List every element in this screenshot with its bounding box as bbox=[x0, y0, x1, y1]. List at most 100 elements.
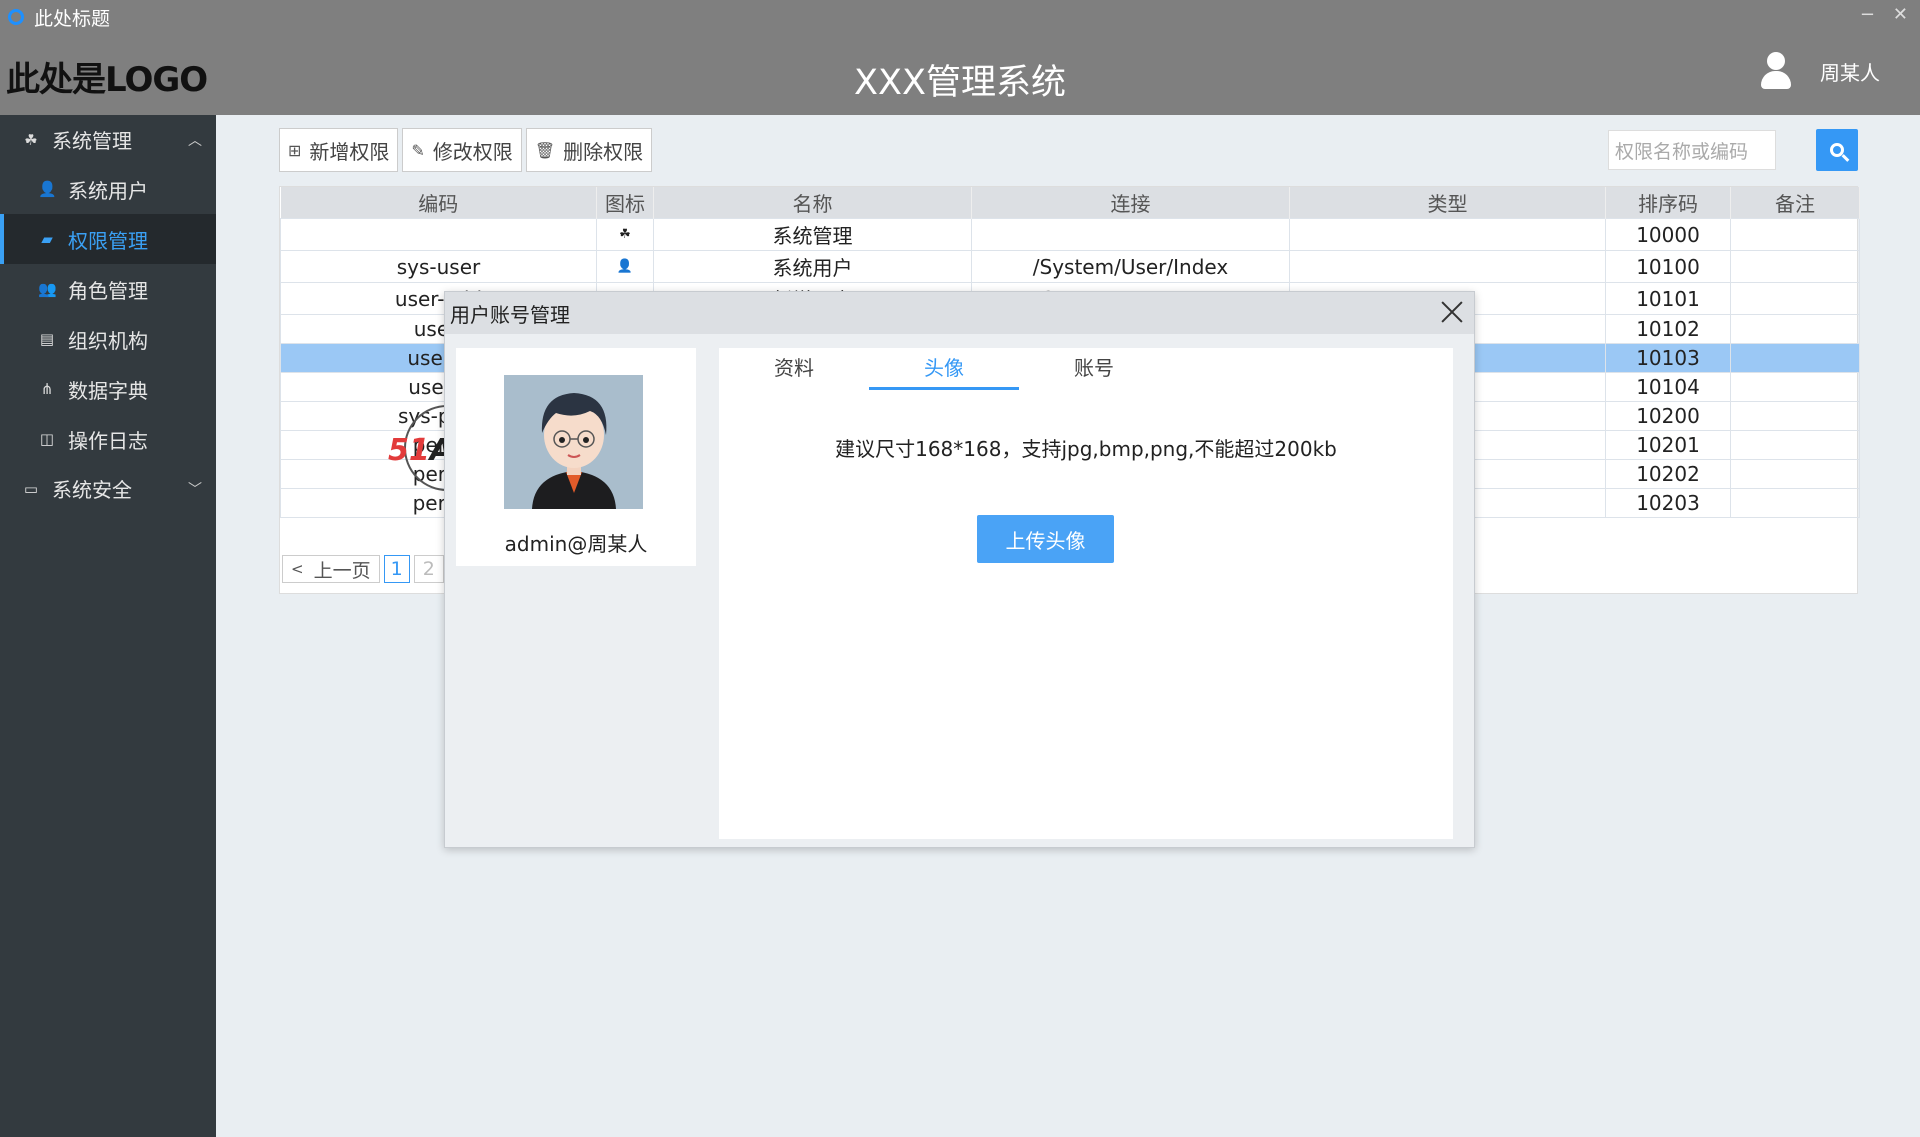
user-avatar-icon[interactable] bbox=[1760, 52, 1792, 90]
table-cell: 10203 bbox=[1605, 488, 1731, 518]
table-cell: 10103 bbox=[1605, 343, 1731, 373]
chevron-left-icon: < bbox=[291, 560, 304, 578]
profile-name: admin@周某人 bbox=[504, 532, 648, 556]
column-header[interactable]: 备注 bbox=[1730, 187, 1860, 219]
trash-icon: 🗑 bbox=[534, 140, 556, 160]
search-icon bbox=[1830, 143, 1844, 157]
table-cell: /System/User/Index bbox=[971, 250, 1290, 283]
table-cell bbox=[1730, 488, 1860, 518]
sidebar-item-roles[interactable]: 👥 角色管理 bbox=[0, 264, 216, 314]
tab-account[interactable]: 账号 bbox=[1019, 352, 1169, 390]
column-header[interactable]: 编码 bbox=[280, 187, 597, 219]
table-cell bbox=[1730, 343, 1860, 373]
sidebar-item-operation-log[interactable]: ◫ 操作日志 bbox=[0, 414, 216, 464]
user-icon: 👤 bbox=[38, 180, 57, 198]
table-cell: 10201 bbox=[1605, 430, 1731, 460]
page-button[interactable]: 2 bbox=[413, 555, 444, 583]
sidebar-item-system-users[interactable]: 👤 系统用户 bbox=[0, 164, 216, 214]
table-cell bbox=[1730, 282, 1860, 315]
table-cell: 10101 bbox=[1605, 282, 1731, 315]
toolbar: ⊞ 新增权限 ✎ 修改权限 🗑 删除权限 bbox=[279, 128, 653, 172]
column-header[interactable]: 名称 bbox=[653, 187, 972, 219]
chevron-up-icon: ︿ bbox=[188, 132, 202, 149]
row-icon-cell: 👤 bbox=[596, 250, 654, 283]
table-cell bbox=[1730, 459, 1860, 489]
user-menu[interactable]: 周某人 bbox=[1760, 52, 1880, 90]
table-cell: 系统用户 bbox=[653, 250, 972, 283]
button-label: 修改权限 bbox=[432, 139, 513, 164]
table-row[interactable]: sys-user 👤 系统用户/System/User/Index 10100 bbox=[280, 250, 1860, 283]
delete-permission-button[interactable]: 🗑 删除权限 bbox=[525, 128, 653, 172]
upload-avatar-button[interactable]: 上传头像 bbox=[977, 515, 1114, 563]
sidebar-item-label: 组织机构 bbox=[68, 328, 148, 353]
sidebar-item-dictionary[interactable]: ⋔ 数据字典 bbox=[0, 364, 216, 414]
search-input[interactable]: 权限名称或编码 bbox=[1608, 130, 1776, 170]
sidebar-item-label: 数据字典 bbox=[68, 378, 148, 403]
window-titlebar: 此处标题 − ✕ bbox=[0, 0, 1920, 34]
minimize-button[interactable]: − bbox=[1860, 4, 1875, 25]
table-cell: 10200 bbox=[1605, 401, 1731, 431]
table-cell bbox=[1289, 218, 1606, 251]
window-title: 此处标题 bbox=[34, 7, 111, 30]
table-cell bbox=[971, 218, 1290, 251]
upload-hint: 建议尺寸168*168，支持jpg,bmp,png,不能超过200kb bbox=[835, 437, 1337, 461]
sidebar-item-label: 角色管理 bbox=[68, 278, 148, 303]
sidebar-item-label: 操作日志 bbox=[68, 428, 148, 453]
button-label: 新增权限 bbox=[309, 139, 390, 164]
pagination: < 上一页 1 2 bbox=[282, 555, 444, 583]
column-header[interactable]: 图标 bbox=[596, 187, 654, 219]
sidebar-item-permissions[interactable]: ▰ 权限管理 bbox=[0, 214, 216, 264]
table-cell bbox=[1730, 372, 1860, 402]
table-cell bbox=[1730, 250, 1860, 283]
prev-page-button[interactable]: < 上一页 bbox=[282, 555, 380, 583]
table-cell: 10104 bbox=[1605, 372, 1731, 402]
close-icon[interactable] bbox=[1438, 298, 1466, 326]
column-header[interactable]: 类型 bbox=[1289, 187, 1606, 219]
user-account-dialog: 用户账号管理 admin@周某人 资料 头像 账号 建议尺寸168*168，支持… bbox=[444, 291, 1475, 848]
table-row[interactable]: ☘ 系统管理 10000 bbox=[280, 218, 1860, 251]
briefcase-icon: ▰ bbox=[41, 230, 53, 248]
dialog-header: 用户账号管理 bbox=[445, 292, 1474, 334]
chevron-down-icon: ﹀ bbox=[188, 481, 202, 498]
table-cell: 10000 bbox=[1605, 218, 1731, 251]
tab-profile[interactable]: 资料 bbox=[719, 352, 869, 390]
username[interactable]: 周某人 bbox=[1820, 57, 1880, 86]
sidebar-item-organization[interactable]: ▤ 组织机构 bbox=[0, 314, 216, 364]
table-cell bbox=[1730, 218, 1860, 251]
search-button[interactable] bbox=[1816, 129, 1858, 171]
column-header[interactable]: 连接 bbox=[971, 187, 1290, 219]
tree-icon: ⋔ bbox=[40, 380, 54, 398]
tabs-panel: 资料 头像 账号 建议尺寸168*168，支持jpg,bmp,png,不能超过2… bbox=[719, 348, 1453, 839]
app-icon bbox=[8, 9, 24, 25]
app-header: 此处是LOGO XXX管理系统 周某人 bbox=[0, 34, 1920, 115]
table-cell bbox=[1730, 430, 1860, 460]
table-cell: sys-user bbox=[280, 250, 597, 283]
button-label: 删除权限 bbox=[563, 139, 644, 164]
users-icon: 👥 bbox=[38, 280, 57, 298]
page-button-current[interactable]: 1 bbox=[383, 555, 410, 583]
sidebar-group-system-management[interactable]: ☘ 系统管理 ︿ bbox=[0, 115, 216, 164]
sidebar-group-system-security[interactable]: ▭ 系统安全 ﹀ bbox=[0, 464, 216, 513]
sitemap-icon: ☘ bbox=[24, 130, 38, 149]
tab-avatar[interactable]: 头像 bbox=[869, 352, 1019, 390]
table-cell: 10100 bbox=[1605, 250, 1731, 283]
system-title: XXX管理系统 bbox=[854, 63, 1066, 103]
sidebar-item-label: 权限管理 bbox=[68, 228, 148, 253]
edit-icon: ✎ bbox=[411, 140, 425, 160]
plus-square-icon: ⊞ bbox=[288, 140, 302, 160]
sidebar-group-label: 系统管理 bbox=[52, 129, 132, 153]
sidebar-item-label: 系统用户 bbox=[68, 178, 148, 203]
table-cell: 系统管理 bbox=[653, 218, 972, 251]
column-header[interactable]: 排序码 bbox=[1605, 187, 1731, 219]
sidebar-group-label: 系统安全 bbox=[52, 478, 132, 502]
prev-page-label: 上一页 bbox=[313, 559, 371, 582]
add-permission-button[interactable]: ⊞ 新增权限 bbox=[279, 128, 399, 172]
table-cell bbox=[1289, 250, 1606, 283]
sidebar: ☘ 系统管理 ︿ 👤 系统用户 ▰ 权限管理 👥 角色管理 ▤ 组织机构 ⋔ 数… bbox=[0, 115, 216, 1137]
save-icon: ◫ bbox=[39, 430, 55, 448]
table-cell bbox=[1730, 314, 1860, 344]
table-cell: 10202 bbox=[1605, 459, 1731, 489]
table-cell bbox=[1730, 401, 1860, 431]
edit-permission-button[interactable]: ✎ 修改权限 bbox=[402, 128, 522, 172]
close-window-button[interactable]: ✕ bbox=[1893, 4, 1908, 25]
